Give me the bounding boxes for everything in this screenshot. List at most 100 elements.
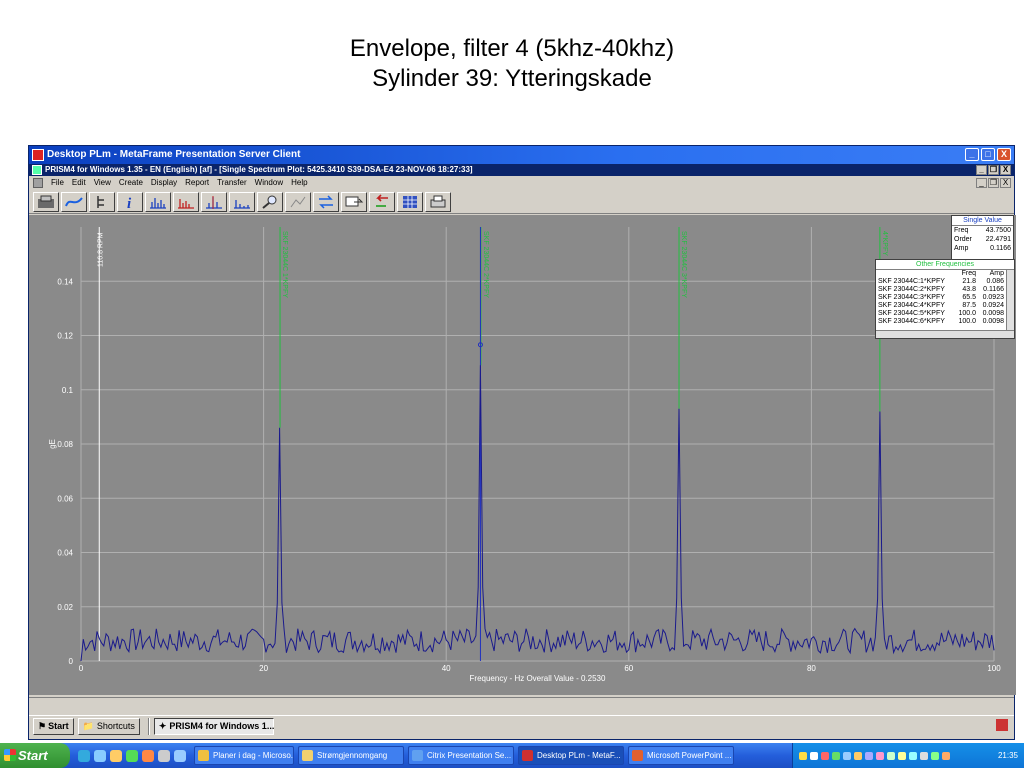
- mdi-restore-button[interactable]: ❐: [988, 178, 999, 188]
- app-icon[interactable]: [174, 749, 186, 762]
- taskbar-item[interactable]: Desktop PLm - MetaF...: [518, 746, 624, 765]
- menu-display[interactable]: Display: [147, 177, 181, 189]
- vertical-scrollbar[interactable]: [1006, 270, 1014, 330]
- tray-icon[interactable]: [898, 751, 906, 760]
- prism-icon: ✦: [158, 721, 167, 731]
- menu-file[interactable]: File: [47, 177, 68, 189]
- outer-window-title: Desktop PLm - MetaFrame Presentation Ser…: [47, 149, 301, 160]
- data-table-button[interactable]: [397, 191, 423, 212]
- swap-button[interactable]: [313, 191, 339, 212]
- graph-button[interactable]: [285, 191, 311, 212]
- list-item[interactable]: SKF 23044C:5*KPFY 100.0 0.0098: [876, 310, 1014, 318]
- minimize-button[interactable]: _: [965, 148, 979, 161]
- zoom-button[interactable]: [257, 191, 283, 212]
- trend-button[interactable]: [61, 191, 87, 212]
- tray-icon[interactable]: [843, 751, 851, 760]
- spectrum-plot[interactable]: 0 0.02 0.04 0.06 0.08 0.1 0.12 0.14 0 20 40 60 80 100…: [29, 215, 1016, 695]
- desktop-plm-icon: [32, 149, 44, 161]
- inner-restore-button[interactable]: ❐: [988, 165, 999, 175]
- taskbar-item[interactable]: Planer i dag - Microso...: [194, 746, 294, 765]
- x-axis-label: Frequency - Hz Overall Value - 0.2530: [470, 674, 606, 683]
- list-item[interactable]: SKF 23044C:4*KPFY 87.5 0.0924: [876, 302, 1014, 310]
- tray-icon[interactable]: [876, 751, 884, 760]
- tray-icon[interactable]: [920, 751, 928, 760]
- cursor-spectrum-icon: [206, 195, 222, 209]
- single-value-header: Single Value: [952, 216, 1013, 226]
- tray-icon[interactable]: [832, 751, 840, 760]
- outlook-icon: [198, 750, 209, 761]
- tray-icon[interactable]: [810, 751, 818, 760]
- outlook-icon[interactable]: [94, 749, 106, 762]
- spectrum-plot-svg[interactable]: 0 0.02 0.04 0.06 0.08 0.1 0.12 0.14 0 20 40 60 80 100…: [29, 215, 1016, 695]
- windows-flag-icon: [4, 749, 16, 761]
- citrix-window: Desktop PLm - MetaFrame Presentation Ser…: [28, 145, 1016, 740]
- y-tick-label: 0.02: [57, 603, 73, 612]
- inner-close-button[interactable]: X: [1000, 165, 1011, 175]
- start-button[interactable]: Start: [0, 743, 70, 768]
- document-icon[interactable]: [33, 178, 43, 188]
- list-item[interactable]: SKF 23044C:1*KPFY 21.8 0.086: [876, 278, 1014, 286]
- tray-icon[interactable]: [887, 751, 895, 760]
- info-icon: i: [127, 196, 132, 210]
- horizontal-scrollbar[interactable]: [876, 330, 1014, 338]
- list-item[interactable]: SKF 23044C:3*KPFY 65.5 0.0923: [876, 294, 1014, 302]
- menu-help[interactable]: Help: [287, 177, 311, 189]
- folder-icon: 📁: [82, 721, 94, 731]
- other-frequencies-panel: Other Frequencies Freq Amp SKF 23044C:1*…: [875, 259, 1015, 339]
- fault-marker-label: SKF 23044C 2*KPFY: [482, 231, 489, 298]
- explorer-icon[interactable]: [110, 749, 122, 762]
- app-icon[interactable]: [158, 749, 170, 762]
- citrix-start-button[interactable]: ⚑ Start: [33, 718, 74, 735]
- tree-button[interactable]: [89, 191, 115, 212]
- menu-create[interactable]: Create: [115, 177, 147, 189]
- outer-titlebar[interactable]: Desktop PLm - MetaFrame Presentation Ser…: [29, 146, 1014, 164]
- tray-icon[interactable]: [854, 751, 862, 760]
- fault-marker-label: SKF 23044C 1*KPFY: [281, 231, 288, 298]
- tray-icon[interactable]: [942, 751, 950, 760]
- app-icon[interactable]: [142, 749, 154, 762]
- taskbar-item[interactable]: Citrix Presentation Se...: [408, 746, 514, 765]
- y-tick-label: 0.08: [57, 440, 73, 449]
- back-icon: [376, 193, 388, 207]
- menu-report[interactable]: Report: [181, 177, 213, 189]
- taskbar-item[interactable]: Microsoft PowerPoint ...: [628, 746, 734, 765]
- list-item[interactable]: SKF 23044C:2*KPFY 43.8 0.1166: [876, 286, 1014, 294]
- mdi-close-button[interactable]: X: [1000, 178, 1011, 188]
- tray-icon[interactable]: [821, 751, 829, 760]
- plot-compare-icon: [345, 196, 364, 206]
- rpm-label: 116.8 RPM: [97, 232, 104, 267]
- spectrum-button[interactable]: [145, 191, 171, 212]
- plot-compare-button[interactable]: [341, 191, 367, 212]
- info-button[interactable]: i: [117, 191, 143, 212]
- single-value-row: Freq 43.7500: [954, 227, 1011, 234]
- tray-icon[interactable]: [909, 751, 917, 760]
- prism-task-button[interactable]: ✦ PRISM4 for Windows 1...: [153, 718, 274, 735]
- tray-icon[interactable]: [865, 751, 873, 760]
- close-button[interactable]: X: [997, 148, 1011, 161]
- tray-icon[interactable]: [931, 751, 939, 760]
- spectrum-blue-button[interactable]: [229, 191, 255, 212]
- menu-transfer[interactable]: Transfer: [213, 177, 251, 189]
- x-tick-label: 60: [624, 664, 633, 673]
- desktop-icon[interactable]: [126, 749, 138, 762]
- menu-window[interactable]: Window: [251, 177, 287, 189]
- y-tick-label: 0.14: [57, 277, 73, 286]
- mdi-minimize-button[interactable]: _: [976, 178, 987, 188]
- tray-icon[interactable]: [799, 751, 807, 760]
- menu-view[interactable]: View: [90, 177, 115, 189]
- maximize-button[interactable]: □: [981, 148, 995, 161]
- menu-edit[interactable]: Edit: [68, 177, 90, 189]
- back-button[interactable]: [369, 191, 395, 212]
- inner-titlebar[interactable]: PRISM4 for Windows 1.35 - EN (English) […: [29, 164, 1014, 176]
- cursor-spectrum-button[interactable]: [201, 191, 227, 212]
- print-button[interactable]: [425, 191, 451, 212]
- inner-minimize-button[interactable]: _: [976, 165, 987, 175]
- graph-icon: [290, 196, 306, 207]
- shortcuts-button[interactable]: 📁 Shortcuts: [77, 718, 140, 735]
- tray-icon[interactable]: [996, 719, 1008, 731]
- home-plot-button[interactable]: [33, 191, 59, 212]
- ie-icon[interactable]: [78, 749, 90, 762]
- taskbar-item[interactable]: Strømgjennomgang: [298, 746, 404, 765]
- list-item[interactable]: SKF 23044C:6*KPFY 100.0 0.0098: [876, 318, 1014, 326]
- spectrum-red-button[interactable]: [173, 191, 199, 212]
